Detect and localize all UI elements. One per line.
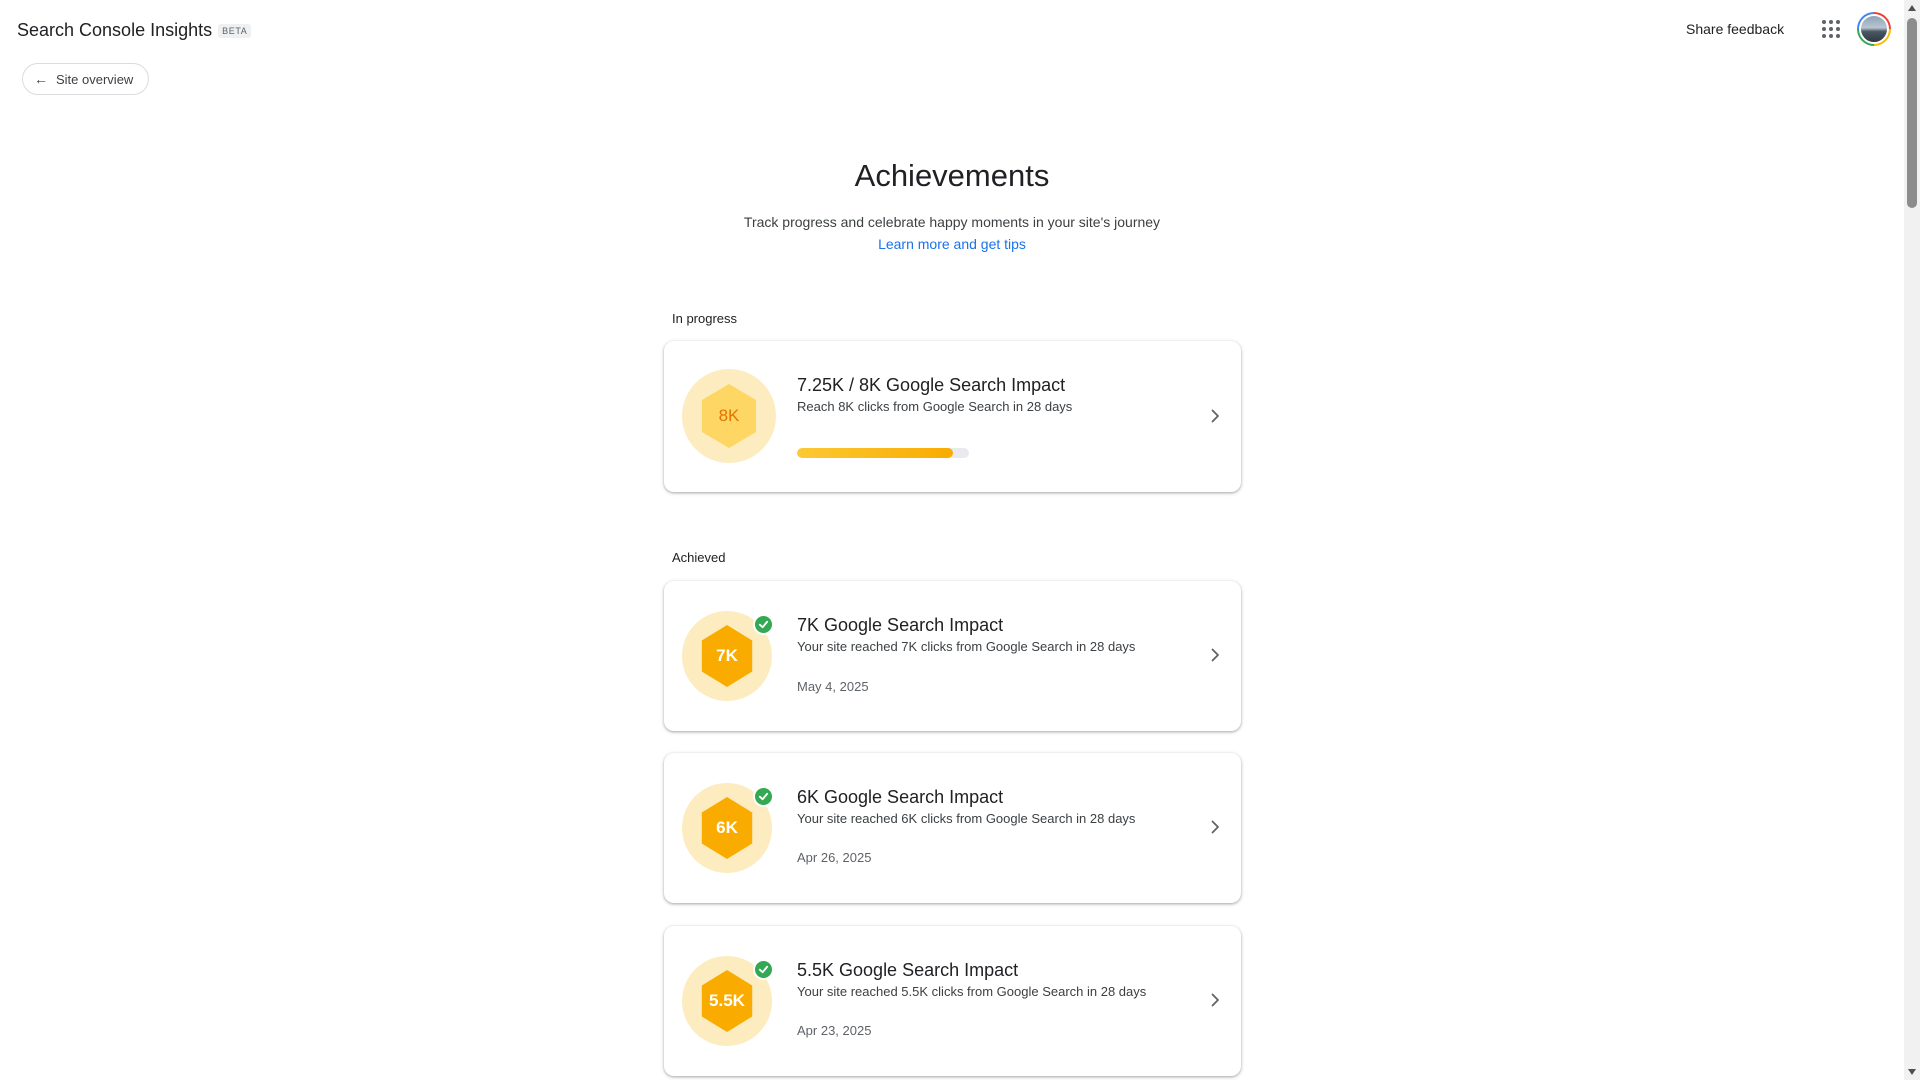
beta-badge: BETA	[218, 23, 252, 38]
account-avatar[interactable]	[1857, 12, 1891, 46]
page: Search Console Insights BETA Share feedb…	[0, 0, 1920, 1080]
in-progress-heading: In progress	[672, 311, 738, 326]
achievement-card-7k[interactable]: 7K 7K Google Search Impact Your site rea…	[664, 581, 1241, 731]
achieved-date: Apr 26, 2025	[797, 850, 872, 865]
avatar-image	[1859, 14, 1889, 44]
arrow-back-icon: ←	[34, 71, 48, 87]
achievement-card-in-progress[interactable]: 8K 7.25K / 8K Google Search Impact Reach…	[664, 341, 1241, 492]
scroll-up-arrow-icon[interactable]	[1908, 5, 1916, 11]
progress-bar-fill	[797, 448, 953, 458]
vertical-scrollbar[interactable]	[1904, 0, 1920, 1080]
check-circle-icon	[753, 786, 774, 807]
badge-value: 8K	[718, 406, 740, 425]
chevron-right-icon	[1211, 820, 1219, 834]
hexagon-badge-icon: 8K	[702, 384, 756, 448]
hexagon-badge-icon: 6K	[701, 797, 753, 859]
badge-value: 7K	[716, 646, 738, 665]
page-heading: Achievements Track progress and celebrat…	[0, 156, 1904, 254]
page-title: Achievements	[854, 158, 1050, 193]
check-circle-icon	[753, 614, 774, 635]
badge-value: 6K	[716, 818, 738, 837]
card-title: 6K Google Search Impact	[797, 787, 1004, 807]
achieved-date: May 4, 2025	[797, 679, 869, 694]
scroll-down-arrow-icon[interactable]	[1908, 1069, 1916, 1075]
app-header: Search Console Insights BETA	[17, 20, 252, 41]
apps-grid-icon[interactable]	[1822, 20, 1840, 38]
card-description: Reach 8K clicks from Google Search in 28…	[797, 399, 1073, 414]
chevron-right-icon	[1211, 409, 1219, 423]
app-title: Search Console Insights	[17, 20, 213, 40]
share-feedback-link[interactable]: Share feedback	[1686, 21, 1784, 37]
card-description: Your site reached 6K clicks from Google …	[797, 811, 1136, 826]
card-description: Your site reached 5.5K clicks from Googl…	[797, 984, 1147, 999]
achievement-card-6k[interactable]: 6K 6K Google Search Impact Your site rea…	[664, 753, 1241, 903]
site-overview-button[interactable]: ← Site overview	[22, 63, 150, 95]
card-title: 5.5K Google Search Impact	[797, 960, 1019, 980]
progress-bar	[797, 448, 969, 458]
chevron-right-icon	[1211, 993, 1219, 1007]
learn-more-link[interactable]: Learn more and get tips	[878, 236, 1026, 252]
card-title: 7K Google Search Impact	[797, 615, 1004, 635]
achieved-heading: Achieved	[672, 550, 726, 565]
card-title: 7.25K / 8K Google Search Impact	[797, 375, 1066, 395]
achievement-card-5-5k[interactable]: 5.5K 5.5K Google Search Impact Your site…	[664, 926, 1241, 1076]
badge-halo: 8K	[682, 369, 776, 463]
check-circle-icon	[753, 959, 774, 980]
chevron-right-icon	[1211, 648, 1219, 662]
hexagon-badge-icon: 5.5K	[701, 970, 753, 1032]
hexagon-badge-icon: 7K	[701, 625, 753, 687]
site-overview-label: Site overview	[56, 71, 134, 87]
scrollbar-thumb[interactable]	[1907, 18, 1917, 208]
achieved-date: Apr 23, 2025	[797, 1023, 872, 1038]
badge-value: 5.5K	[709, 991, 745, 1010]
page-subtitle: Track progress and celebrate happy momen…	[743, 214, 1161, 230]
card-description: Your site reached 7K clicks from Google …	[797, 639, 1136, 654]
